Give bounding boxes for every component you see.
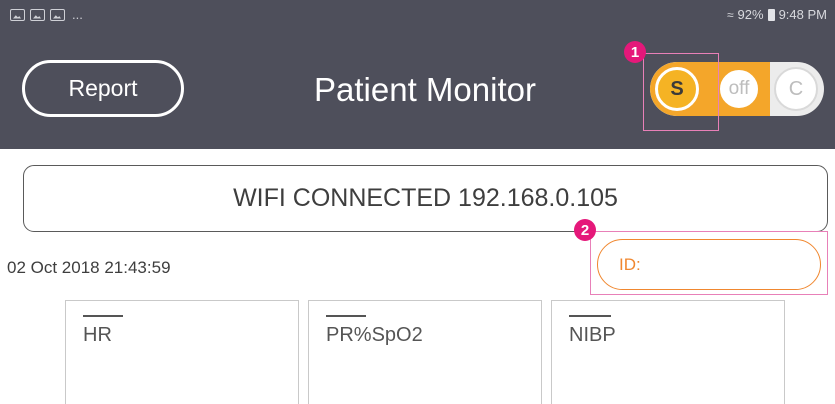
vital-label-nibp: NIBP xyxy=(569,324,616,346)
card-divider xyxy=(83,315,123,317)
vital-card-hr[interactable]: HR xyxy=(65,300,299,404)
status-bar: ... ≈ 92% 9:48 PM xyxy=(0,0,835,30)
card-divider xyxy=(569,315,611,317)
mode-option-c[interactable]: C xyxy=(774,67,818,111)
battery-icon xyxy=(767,8,775,21)
wifi-icon: ≈ xyxy=(726,7,734,22)
annotation-marker-2: 2 xyxy=(574,219,596,241)
vital-card-pr-spo2[interactable]: PR%SpO2 xyxy=(308,300,542,404)
system-status: ≈ 92% 9:48 PM xyxy=(727,7,827,22)
wifi-status-banner: WIFI CONNECTED 192.168.0.105 xyxy=(23,165,828,232)
vital-card-nibp[interactable]: NIBP xyxy=(551,300,785,404)
report-button[interactable]: Report xyxy=(22,60,184,117)
battery-percent: 92% xyxy=(737,7,764,22)
image-icon xyxy=(50,8,65,21)
vital-label-hr: HR xyxy=(83,324,112,346)
card-divider xyxy=(326,315,366,317)
annotation-highlight-2 xyxy=(590,231,828,295)
annotation-marker-1: 1 xyxy=(624,41,646,63)
datetime-label: 02 Oct 2018 21:43:59 xyxy=(7,258,171,277)
page-title: Patient Monitor xyxy=(314,71,536,108)
mode-option-off[interactable]: off xyxy=(717,67,761,111)
notification-icons: ... xyxy=(10,7,83,22)
clock: 9:48 PM xyxy=(778,7,827,22)
annotation-highlight-1 xyxy=(643,53,719,131)
screen: ... ≈ 92% 9:48 PM Report Patient Monitor… xyxy=(0,0,835,404)
vital-label-pr-spo2: PR%SpO2 xyxy=(326,324,423,346)
image-icon xyxy=(30,8,45,21)
image-icon xyxy=(10,8,25,21)
more-notifications: ... xyxy=(72,7,83,22)
